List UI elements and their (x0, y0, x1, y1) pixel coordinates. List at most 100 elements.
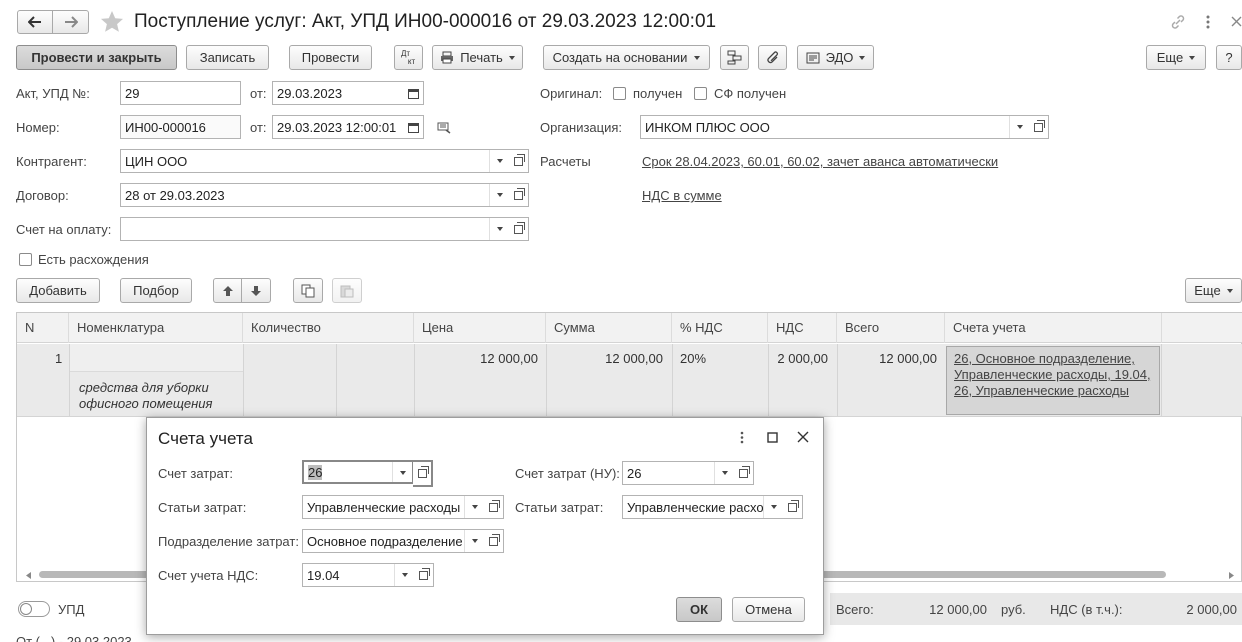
cost-account-field[interactable]: 26 (302, 460, 414, 484)
kebab-menu-icon[interactable] (740, 431, 744, 444)
calendar-icon[interactable] (403, 82, 423, 104)
nomenclature-cell-top[interactable] (70, 344, 243, 372)
open-invoice-button[interactable] (509, 217, 529, 241)
sf-received-checkbox[interactable] (694, 87, 707, 100)
col-header-quantity[interactable]: Количество (243, 313, 414, 343)
row-accounts-cell[interactable]: 26, Основное подразделение, Управленческ… (946, 346, 1160, 415)
number-field[interactable]: ИН00-000016 (120, 115, 241, 139)
open-contract-button[interactable] (509, 183, 529, 207)
cost-items-field[interactable]: Управленческие расходы (302, 495, 485, 519)
structure-button[interactable] (720, 45, 749, 70)
close-icon[interactable] (1231, 16, 1242, 27)
open-cost-items-button[interactable] (484, 495, 504, 519)
dropdown-arrow-icon[interactable] (1009, 116, 1029, 138)
post-and-close-button[interactable]: Провести и закрыть (16, 45, 177, 70)
col-header-sum[interactable]: Сумма (546, 313, 672, 343)
row-cell-divider (1161, 344, 1162, 417)
dropdown-arrow-icon[interactable] (714, 462, 734, 484)
open-cost-account-nu-button[interactable] (734, 461, 754, 485)
open-counterparty-button[interactable] (509, 149, 529, 173)
upd-toggle[interactable] (18, 601, 50, 617)
open-cost-items-nu-button[interactable] (783, 495, 803, 519)
col-header-price[interactable]: Цена (414, 313, 546, 343)
open-vat-account-button[interactable] (414, 563, 434, 587)
dt-kt-button[interactable]: Дт кт (394, 45, 423, 70)
open-division-button[interactable] (484, 529, 504, 553)
division-field[interactable]: Основное подразделение (302, 529, 485, 553)
number-date-field[interactable]: 29.03.2023 12:00:01 (272, 115, 424, 139)
row-vat-rate[interactable]: 20% (680, 351, 706, 366)
discrepancy-checkbox[interactable] (19, 253, 32, 266)
act-number-label: Акт, УПД №: (16, 86, 90, 101)
counterparty-label: Контрагент: (16, 154, 87, 169)
col-header-n[interactable]: N (17, 313, 69, 343)
open-icon (514, 153, 525, 166)
scroll-right-icon[interactable] (1229, 572, 1234, 579)
vat-in-sum-link[interactable]: НДС в сумме (642, 188, 722, 203)
cost-account-nu-label: Счет затрат (НУ): (515, 466, 620, 481)
add-row-button[interactable]: Добавить (16, 278, 100, 303)
contract-value: 28 от 29.03.2023 (125, 188, 225, 203)
open-cost-account-button[interactable] (413, 460, 433, 487)
print-button[interactable]: Печать (432, 45, 523, 70)
row-price[interactable]: 12 000,00 (414, 351, 538, 366)
counterparty-field[interactable]: ЦИН ООО (120, 149, 510, 173)
forward-button[interactable] (52, 10, 89, 34)
invoice-field[interactable] (120, 217, 510, 241)
dropdown-arrow-icon[interactable] (489, 218, 509, 240)
vat-account-value: 19.04 (307, 568, 340, 583)
attach-button[interactable] (758, 45, 787, 70)
dropdown-arrow-icon[interactable] (464, 530, 484, 552)
post-button[interactable]: Провести (289, 45, 372, 70)
close-icon[interactable] (797, 431, 809, 443)
received-checkbox[interactable] (613, 87, 626, 100)
copy-row-button[interactable] (293, 278, 323, 303)
scroll-left-icon[interactable] (26, 572, 31, 579)
cost-items-nu-field[interactable]: Управленческие расходы (622, 495, 784, 519)
open-icon (514, 187, 525, 200)
maximize-icon[interactable] (767, 432, 778, 443)
organization-field[interactable]: ИНКОМ ПЛЮС ООО (640, 115, 1030, 139)
pick-button[interactable]: Подбор (120, 278, 192, 303)
cancel-button[interactable]: Отмена (732, 597, 805, 622)
ok-button[interactable]: ОК (676, 597, 722, 622)
edo-button[interactable]: ЭДО (797, 45, 874, 70)
act-number-field[interactable]: 29 (120, 81, 241, 105)
save-button[interactable]: Записать (186, 45, 269, 70)
move-up-button[interactable] (213, 278, 242, 303)
act-date-field[interactable]: 29.03.2023 (272, 81, 424, 105)
move-down-button[interactable] (241, 278, 271, 303)
history-icon[interactable] (437, 121, 452, 134)
star-icon[interactable] (100, 10, 124, 34)
calendar-icon[interactable] (403, 116, 423, 138)
col-header-total[interactable]: Всего (837, 313, 945, 343)
dropdown-arrow-icon[interactable] (394, 564, 414, 586)
help-button[interactable]: ? (1216, 45, 1242, 70)
back-button[interactable] (17, 10, 53, 34)
dropdown-arrow-icon[interactable] (489, 184, 509, 206)
col-header-vat[interactable]: НДС (768, 313, 837, 343)
paste-row-button[interactable] (332, 278, 362, 303)
settlements-link[interactable]: Срок 28.04.2023, 60.01, 60.02, зачет ава… (642, 154, 998, 169)
act-date-from-label: от: (250, 86, 267, 101)
more-button[interactable]: Еще (1146, 45, 1206, 70)
dropdown-arrow-icon[interactable] (489, 150, 509, 172)
create-based-on-button[interactable]: Создать на основании (543, 45, 710, 70)
col-header-accounts[interactable]: Счета учета (945, 313, 1162, 343)
dropdown-arrow-icon[interactable] (392, 462, 412, 482)
col-header-vat-rate[interactable]: % НДС (672, 313, 768, 343)
row-sum[interactable]: 12 000,00 (546, 351, 663, 366)
col-header-nomenclature[interactable]: Номенклатура (69, 313, 243, 343)
dropdown-arrow-icon[interactable] (763, 496, 783, 518)
number-label: Номер: (16, 120, 60, 135)
cost-items-nu-value: Управленческие расходы (627, 500, 781, 515)
link-icon[interactable] (1170, 14, 1186, 30)
row-vat[interactable]: 2 000,00 (768, 351, 828, 366)
open-organization-button[interactable] (1029, 115, 1049, 139)
kebab-menu-icon[interactable] (1205, 14, 1211, 30)
dropdown-arrow-icon[interactable] (464, 496, 484, 518)
contract-field[interactable]: 28 от 29.03.2023 (120, 183, 510, 207)
cost-account-nu-field[interactable]: 26 (622, 461, 735, 485)
vat-account-field[interactable]: 19.04 (302, 563, 415, 587)
table-more-button[interactable]: Еще (1185, 278, 1242, 303)
